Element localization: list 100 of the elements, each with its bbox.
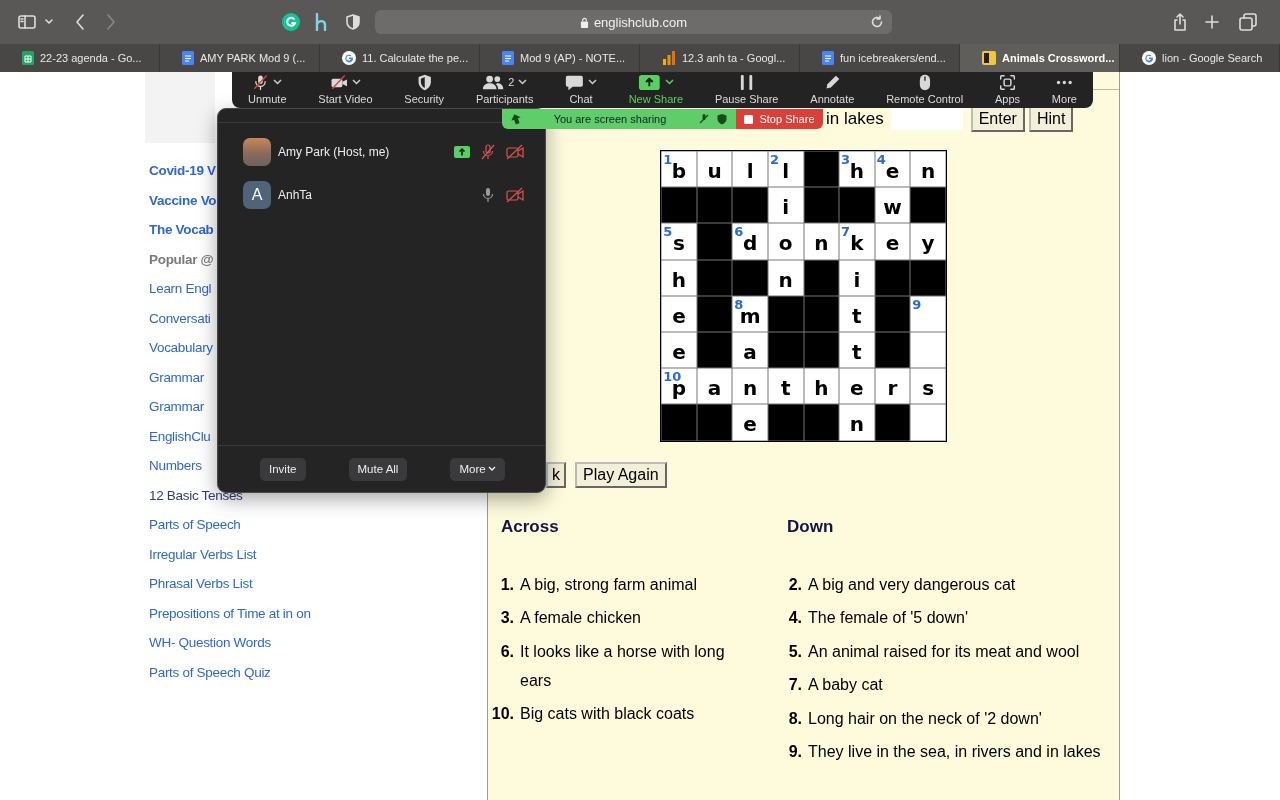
crossword-cell[interactable]: l xyxy=(732,151,768,188)
blocked-cell xyxy=(696,259,733,296)
blocked-cell xyxy=(803,259,840,296)
address-bar-url[interactable]: englishclub.com xyxy=(593,14,688,30)
toolbar-button[interactable]: Security xyxy=(398,72,451,108)
clue-text: It looks like a horse with long ears xyxy=(520,641,726,691)
crossword-cell[interactable]: a xyxy=(696,368,733,405)
crossword-cell[interactable]: h xyxy=(803,368,840,405)
sidebar-link[interactable]: Parts of Speech Quiz xyxy=(149,664,271,680)
sidebar-link[interactable]: Phrasal Verbs List xyxy=(149,576,253,591)
sidebar-link[interactable]: Learn Engl xyxy=(149,281,212,296)
sidebar-link[interactable]: Prepositions of Time at in on xyxy=(149,605,311,621)
cell-letter: n xyxy=(778,267,793,292)
caret-icon xyxy=(45,19,53,25)
sidebar-link[interactable]: Vocabulary xyxy=(149,340,213,355)
cell-letter: e xyxy=(885,231,900,256)
crossword-cell[interactable]: n xyxy=(803,223,840,260)
crossword-cell[interactable]: e xyxy=(839,368,875,405)
clue-number: 9 xyxy=(912,296,922,312)
crossword-cell[interactable]: i xyxy=(767,187,804,224)
cell-letter: a xyxy=(707,376,722,401)
crossword-cell[interactable]: e xyxy=(874,223,911,260)
toolbar-button[interactable]: More xyxy=(1045,72,1083,108)
crossword-cell[interactable]: i xyxy=(839,259,875,296)
clue-heading: Across xyxy=(501,516,560,538)
caret-icon xyxy=(352,79,362,85)
toolbar-button[interactable]: Apps xyxy=(989,72,1027,108)
sidebar-link[interactable]: Popular @ xyxy=(149,251,214,267)
crossword-cell[interactable]: n xyxy=(732,368,768,405)
clue-number: 7 xyxy=(841,224,851,240)
toolbar-button[interactable]: Chat xyxy=(559,72,603,108)
toolbar-button[interactable]: Remote Control xyxy=(880,72,970,108)
panel-button[interactable]: More xyxy=(450,457,505,481)
share-screen-icon xyxy=(638,73,661,91)
sidebar-link[interactable]: Numbers xyxy=(149,458,202,473)
sidebar-link[interactable]: Irregular Verbs List xyxy=(149,546,257,562)
crossword-cell[interactable]: h xyxy=(661,259,697,296)
crossword-cell[interactable]: n xyxy=(839,404,875,441)
sidebar-link[interactable]: Grammar xyxy=(149,369,204,385)
crossword-cell[interactable]: s xyxy=(910,368,946,405)
stop-share-button[interactable]: Stop Share xyxy=(736,109,823,129)
crossword-cell[interactable]: e xyxy=(661,331,697,369)
blocked-cell xyxy=(839,187,875,224)
sidebar-link[interactable]: Vaccine Vo xyxy=(149,192,217,208)
cell-letter: e xyxy=(672,340,686,365)
crossword-cell[interactable]: n xyxy=(767,259,804,296)
toolbar-button[interactable]: Pause Share xyxy=(708,72,785,108)
action-button[interactable]: Play Again xyxy=(575,461,667,488)
browser-tab[interactable]: Animals Crossword... xyxy=(960,44,1120,72)
muted-mic-icon xyxy=(252,73,270,91)
crossword-cell[interactable]: a xyxy=(732,331,768,369)
toolbar-button[interactable]: Annotate xyxy=(804,72,861,108)
crossword-cell[interactable]: 10p xyxy=(661,368,697,405)
crossword-cell[interactable]: y xyxy=(910,223,946,260)
crossword-cell[interactable]: n xyxy=(910,151,946,188)
panel-button[interactable]: Mute All xyxy=(348,457,408,481)
toolbar-button[interactable]: Start Video xyxy=(312,72,379,108)
sidebar-link[interactable]: Grammar xyxy=(149,399,204,414)
crossword-cell[interactable]: e xyxy=(732,404,768,441)
toolbar-button[interactable]: Unmute xyxy=(242,72,293,108)
toolbar-button[interactable]: 2 Participants xyxy=(469,72,540,108)
sidebar-link[interactable]: The Vocab xyxy=(149,222,214,237)
chat-icon xyxy=(565,73,584,91)
sidebar-link[interactable]: 12 Basic Tenses xyxy=(149,487,243,503)
sidebar-link[interactable]: Conversati xyxy=(149,310,211,326)
browser-tab[interactable]: 22-23 agenda - Go... xyxy=(0,44,160,72)
crossword-cell[interactable]: t xyxy=(839,331,875,369)
sidebar-link[interactable]: WH- Question Words xyxy=(149,635,271,650)
blocked-cell xyxy=(803,331,840,369)
sidebar-link[interactable]: Parts of Speech xyxy=(149,517,241,532)
muted-mic-icon xyxy=(698,113,710,125)
cell-letter: b xyxy=(671,159,687,184)
clue-number: 2 xyxy=(769,152,779,167)
crossword-cell[interactable]: u xyxy=(696,151,733,188)
caret-icon xyxy=(664,79,674,85)
sidebar-link[interactable]: EnglishClu xyxy=(149,428,211,444)
blocked-cell xyxy=(874,295,911,332)
cell-letter: y xyxy=(921,231,935,256)
crossword-cell[interactable]: t xyxy=(839,295,875,332)
crossword-cell[interactable]: w xyxy=(874,187,911,224)
reload-icon xyxy=(870,15,884,29)
cell-letter: e xyxy=(885,159,900,184)
toolbar-button[interactable]: New Share xyxy=(622,72,690,108)
crossword-cell[interactable]: t xyxy=(767,368,804,405)
action-button[interactable]: k xyxy=(546,461,566,488)
crossword-cell[interactable]: o xyxy=(767,223,804,260)
crossword-cell[interactable]: 9 xyxy=(910,295,946,332)
back-icon xyxy=(75,14,85,30)
crossword-cell[interactable]: e xyxy=(661,295,697,332)
clue-text: Long hair on the neck of '2 down' xyxy=(808,708,1043,729)
panel-button[interactable]: Invite xyxy=(260,457,306,481)
answer-field[interactable] xyxy=(890,107,963,130)
cell-letter: e xyxy=(850,376,864,401)
crossword-cell[interactable]: r xyxy=(874,368,911,405)
browser-tab[interactable]: lion - Google Search xyxy=(1120,44,1280,72)
crossword-cell[interactable] xyxy=(910,331,946,369)
cell-letter: s xyxy=(922,376,935,401)
people-icon xyxy=(482,73,505,91)
sidebar-link[interactable]: Covid-19 V xyxy=(149,163,216,178)
crossword-cell[interactable] xyxy=(910,404,946,441)
